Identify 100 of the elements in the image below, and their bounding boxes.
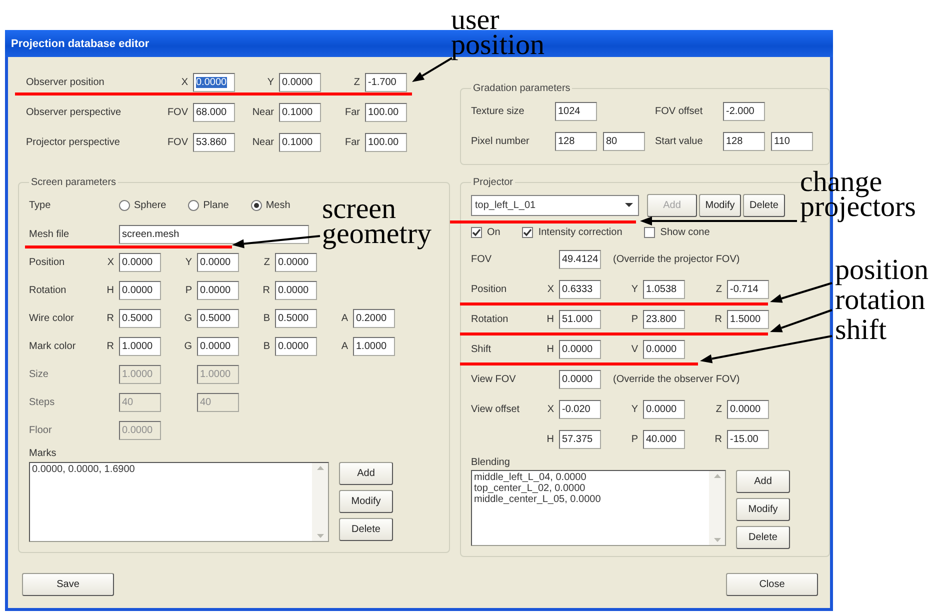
checkbox[interactable]: On bbox=[471, 226, 500, 238]
number-field[interactable]: 0.0000 bbox=[197, 252, 239, 272]
list-button[interactable]: Modify bbox=[736, 498, 790, 521]
number-field[interactable]: -0.020 bbox=[559, 400, 601, 418]
axis-label: P bbox=[630, 314, 639, 324]
row-label: Size bbox=[29, 368, 50, 380]
number-field[interactable]: 57.375 bbox=[559, 430, 601, 448]
projector-dropdown[interactable]: top_left_L_01 bbox=[471, 194, 639, 216]
number-field[interactable]: 1.5000 bbox=[727, 310, 769, 328]
projector-button[interactable]: Modify bbox=[699, 194, 741, 216]
list-box[interactable]: 0.0000, 0.0000, 1.6900 bbox=[29, 462, 329, 542]
number-field[interactable]: -2.000 bbox=[723, 102, 765, 120]
scroll-down-icon[interactable] bbox=[714, 538, 720, 542]
scroll-up-icon[interactable] bbox=[714, 474, 720, 478]
row-label: Observer position bbox=[26, 76, 106, 88]
number-field[interactable]: 0.2000 bbox=[353, 308, 395, 328]
number-field[interactable]: 0.0000 bbox=[643, 340, 685, 358]
axis-label: G bbox=[183, 340, 193, 352]
number-field[interactable]: 0.0000 bbox=[197, 336, 239, 356]
number-field[interactable]: 1.0000 bbox=[119, 336, 161, 356]
annotation-label: user position bbox=[451, 8, 544, 58]
checkbox[interactable]: Intensity correction bbox=[522, 226, 622, 238]
number-field[interactable]: 0.0000 bbox=[193, 72, 235, 92]
list-label: Marks bbox=[29, 448, 58, 458]
number-field[interactable]: 0.1000 bbox=[279, 102, 321, 122]
file-field[interactable]: screen.mesh bbox=[119, 224, 309, 244]
number-field[interactable]: 0.1000 bbox=[279, 132, 321, 152]
number-field[interactable]: 100.00 bbox=[365, 102, 407, 122]
number-field[interactable]: 0.0000 bbox=[727, 400, 769, 418]
axis-label: Near bbox=[251, 106, 275, 118]
number-field[interactable]: 0.0000 bbox=[119, 280, 161, 300]
arrow bbox=[770, 282, 832, 303]
number-field[interactable]: 0.0000 bbox=[279, 72, 321, 92]
number-field[interactable]: -0.714 bbox=[727, 280, 769, 298]
number-field[interactable]: 1024 bbox=[555, 102, 597, 120]
radio-button[interactable]: Sphere bbox=[119, 200, 166, 210]
number-field[interactable]: 80 bbox=[603, 132, 645, 150]
axis-label: X bbox=[546, 404, 555, 414]
list-button[interactable]: Delete bbox=[339, 518, 393, 541]
number-field[interactable]: 0.0000 bbox=[275, 252, 317, 272]
number-field[interactable]: 0.0000 bbox=[119, 252, 161, 272]
scrollbar[interactable] bbox=[312, 463, 328, 541]
number-field[interactable]: 128 bbox=[723, 132, 765, 150]
number-field[interactable]: 128 bbox=[555, 132, 597, 150]
number-field[interactable]: 0.6333 bbox=[559, 280, 601, 298]
axis-label: B bbox=[262, 312, 271, 324]
axis-label: V bbox=[630, 344, 639, 354]
number-field[interactable]: 0.5000 bbox=[197, 308, 239, 328]
scroll-up-icon[interactable] bbox=[316, 466, 324, 470]
number-field[interactable]: 0.0000 bbox=[559, 370, 601, 388]
axis-label: G bbox=[183, 312, 193, 324]
number-field[interactable]: 68.000 bbox=[193, 102, 235, 122]
number-field[interactable]: 0.0000 bbox=[643, 400, 685, 418]
list-button[interactable]: Delete bbox=[736, 526, 790, 549]
number-field[interactable]: 49.4124 bbox=[559, 250, 601, 268]
number-field[interactable]: 1.0000 bbox=[353, 336, 395, 356]
save-button[interactable]: Save bbox=[22, 573, 114, 596]
row-label: Wire color bbox=[29, 312, 76, 324]
row-label: Mark color bbox=[29, 340, 77, 352]
projector-button[interactable]: Delete bbox=[743, 194, 785, 216]
scroll-down-icon[interactable] bbox=[316, 534, 324, 538]
number-field[interactable]: 0.5000 bbox=[119, 308, 161, 328]
number-field[interactable]: 51.000 bbox=[559, 310, 601, 328]
axis-label: H bbox=[546, 314, 555, 324]
axis-label: H bbox=[106, 284, 115, 296]
annotation-label: rotation bbox=[835, 288, 926, 313]
number-field[interactable]: 0.0000 bbox=[275, 336, 317, 356]
number-field[interactable]: 100.00 bbox=[365, 132, 407, 152]
list-button[interactable]: Add bbox=[339, 462, 393, 485]
hint-text: (Override the projector FOV) bbox=[613, 254, 740, 264]
list-item[interactable]: top_center_L_02, 0.0000 bbox=[474, 483, 707, 494]
axis-label: P bbox=[630, 434, 639, 444]
number-field[interactable]: 40.000 bbox=[643, 430, 685, 448]
caret-icon bbox=[625, 203, 633, 207]
checkbox[interactable]: Show cone bbox=[644, 226, 710, 238]
list-box[interactable]: middle_left_L_04, 0.0000 top_center_L_02, 0.0000 middle_center_L_05, 0.0000 bbox=[471, 470, 726, 546]
number-field[interactable]: 1.0538 bbox=[643, 280, 685, 298]
number-field[interactable]: 23.800 bbox=[643, 310, 685, 328]
axis-label: FOV bbox=[166, 136, 189, 148]
list-item[interactable]: 0.0000, 0.0000, 1.6900 bbox=[32, 464, 310, 475]
number-field[interactable]: -15.00 bbox=[727, 430, 769, 448]
list-item[interactable]: middle_left_L_04, 0.0000 bbox=[474, 472, 707, 483]
axis-label: P bbox=[184, 284, 193, 296]
list-button[interactable]: Modify bbox=[339, 490, 393, 513]
number-field[interactable]: 110 bbox=[771, 132, 813, 150]
number-field[interactable]: -1.700 bbox=[365, 72, 407, 92]
number-field[interactable]: 0.0000 bbox=[559, 340, 601, 358]
number-field[interactable]: 0.0000 bbox=[275, 280, 317, 300]
number-field[interactable]: 53.860 bbox=[193, 132, 235, 152]
list-button[interactable]: Add bbox=[736, 470, 790, 493]
number-field[interactable]: 0.0000 bbox=[197, 280, 239, 300]
scrollbar[interactable] bbox=[709, 471, 725, 545]
close-button[interactable]: Close bbox=[726, 573, 818, 596]
row-label: View offset bbox=[471, 404, 521, 414]
list-item[interactable]: middle_center_L_05, 0.0000 bbox=[474, 494, 707, 505]
number-field[interactable]: 0.5000 bbox=[275, 308, 317, 328]
axis-label: Y bbox=[184, 256, 193, 268]
radio-button[interactable]: Plane bbox=[188, 200, 229, 210]
radio-button[interactable]: Mesh bbox=[250, 200, 290, 210]
row-label: Position bbox=[471, 284, 508, 294]
